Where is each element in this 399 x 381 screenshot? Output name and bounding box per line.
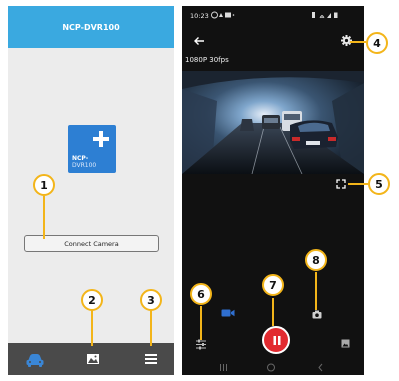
callout-1: 1 [33, 174, 55, 196]
callout-leader-5 [348, 183, 368, 185]
resolution-label: 1080P 30fps [185, 56, 229, 64]
nav-item-gallery[interactable] [78, 343, 108, 375]
tile-brand: NCP- [72, 155, 89, 162]
nav-item-menu[interactable] [136, 343, 166, 375]
callout-leader-2 [91, 310, 93, 346]
add-camera-tile[interactable]: NCP- DVR100 [68, 125, 116, 173]
car-icon [26, 354, 44, 367]
sliders-icon[interactable] [195, 339, 207, 350]
gallery-icon [87, 354, 99, 364]
plus-icon [93, 131, 109, 147]
camera-icon[interactable] [312, 310, 322, 319]
android-nav-bar [220, 363, 323, 372]
status-time: 10:23 [190, 12, 209, 20]
back-nav-icon[interactable] [318, 363, 323, 372]
callout-5: 5 [368, 173, 390, 195]
tile-model: DVR100 [72, 162, 97, 169]
status-bar: 10:23 [182, 6, 364, 24]
callout-7: 7 [262, 274, 284, 296]
callout-8: 8 [305, 249, 327, 271]
callout-leader-6 [200, 306, 202, 340]
callout-2: 2 [81, 289, 103, 311]
recent-apps-icon[interactable] [220, 364, 227, 371]
callout-leader-1 [43, 196, 45, 239]
bottom-nav [8, 343, 174, 375]
callout-6: 6 [190, 283, 212, 305]
callout-leader-4 [350, 41, 366, 43]
callout-leader-8 [315, 272, 317, 310]
callout-3: 3 [140, 289, 162, 311]
video-camera-icon[interactable] [221, 308, 235, 318]
back-arrow-icon[interactable] [193, 36, 205, 46]
system-status-icons [312, 12, 338, 19]
callout-leader-7 [272, 298, 274, 326]
pause-icon [273, 336, 281, 345]
callout-4: 4 [366, 32, 388, 54]
header-title: NCP-DVR100 [62, 22, 120, 32]
notification-icons [211, 11, 235, 19]
app-header: NCP-DVR100 [8, 6, 174, 48]
fullscreen-icon[interactable] [336, 179, 346, 189]
record-pause-button[interactable] [262, 326, 290, 354]
camera-preview [182, 71, 364, 174]
nav-item-camera[interactable] [20, 343, 50, 375]
home-icon[interactable] [267, 363, 275, 372]
callout-leader-3 [150, 310, 152, 346]
menu-icon [145, 354, 157, 364]
gallery-icon[interactable] [341, 339, 350, 348]
